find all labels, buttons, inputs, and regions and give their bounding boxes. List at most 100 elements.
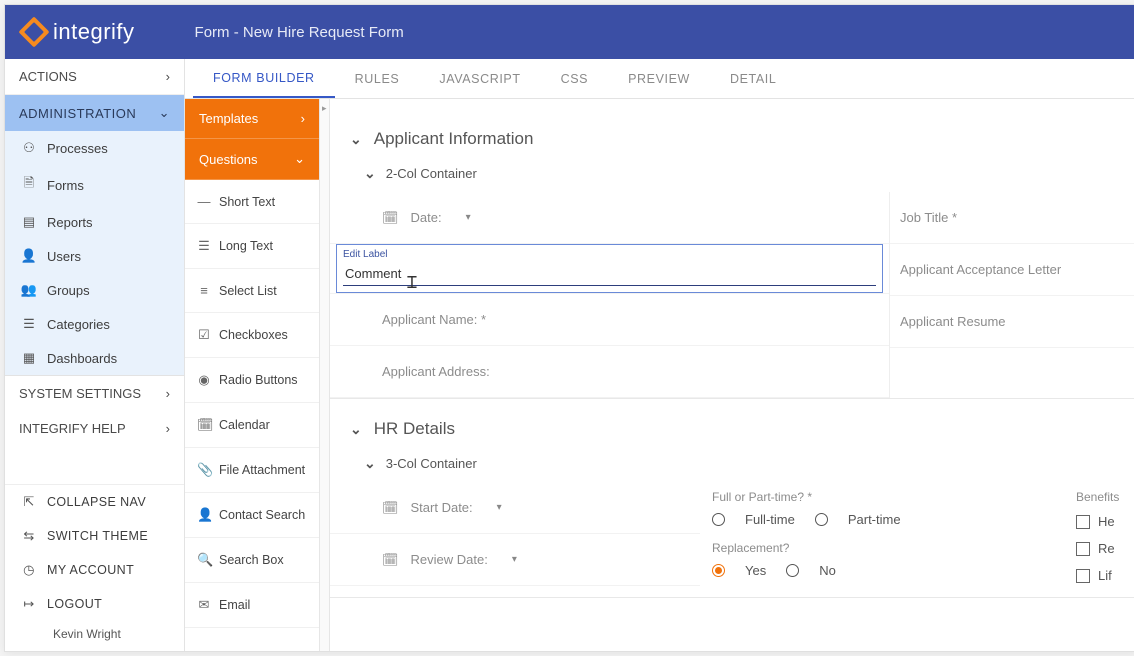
palette-item-label: Long Text: [219, 239, 273, 253]
sidebar-item-processes[interactable]: ⚇Processes: [5, 131, 184, 165]
field-resume[interactable]: Applicant Resume: [890, 296, 1134, 348]
palette-email[interactable]: ✉ Email: [185, 583, 319, 628]
field-label: Applicant Acceptance Letter: [900, 262, 1061, 277]
checkbox-icon: [1076, 569, 1090, 583]
tab-javascript[interactable]: JAVASCRIPT: [419, 59, 540, 98]
palette-long-text[interactable]: ☰Long Text: [185, 224, 319, 269]
radio-part-time[interactable]: [815, 513, 828, 526]
section-header[interactable]: ⌄ HR Details: [330, 409, 1134, 449]
tabs: FORM BUILDER RULES JAVASCRIPT CSS PREVIE…: [185, 59, 1134, 99]
section-header[interactable]: ⌄ Applicant Information: [330, 119, 1134, 159]
my-account-button[interactable]: ◷ MY ACCOUNT: [5, 553, 184, 587]
chevron-down-icon: ⌄: [350, 421, 362, 438]
field-applicant-address[interactable]: Applicant Address:: [330, 346, 889, 398]
logout-icon: ↦: [21, 596, 37, 612]
palette-item-label: Radio Buttons: [219, 373, 298, 387]
field-job-title[interactable]: Job Title *: [890, 192, 1134, 244]
switch-theme-button[interactable]: ⇆SWITCH THEME: [5, 519, 184, 553]
sidebar-item-label: Forms: [47, 178, 84, 193]
brand-text: integrify: [53, 19, 135, 45]
checkbox-label: He: [1098, 514, 1115, 529]
short-text-icon: ―: [197, 194, 211, 209]
radio-icon: ◉: [197, 372, 211, 388]
palette-checkboxes[interactable]: ☑ Checkboxes: [185, 313, 319, 358]
checkbox-icon: [1076, 542, 1090, 556]
palette-calendar[interactable]: 🗓Calendar: [185, 403, 319, 448]
palette-search-box[interactable]: 🔍Search Box: [185, 538, 319, 583]
sidebar-item-reports[interactable]: ▤Reports: [5, 205, 184, 239]
section-title: Applicant Information: [374, 129, 534, 149]
tab-form-builder[interactable]: FORM BUILDER: [193, 59, 335, 98]
radio-replacement-yes[interactable]: [712, 564, 725, 577]
chevron-right-icon: ›: [166, 69, 170, 84]
palette-select-list[interactable]: ≡Select List: [185, 269, 319, 313]
field-start-date[interactable]: 🗓 Start Date: ▾: [330, 482, 700, 534]
tab-css[interactable]: CSS: [541, 59, 609, 98]
field-acceptance-letter[interactable]: Applicant Acceptance Letter: [890, 244, 1134, 296]
question-palette: Templates › Questions ⌄ ― Short Text ☰Lon…: [185, 99, 320, 651]
sidebar-help-label: INTEGRIFY HELP: [19, 421, 126, 436]
palette-item-label: Email: [219, 598, 250, 612]
form-canvas: ⌄ Applicant Information ⌄ 2-Col Containe…: [330, 99, 1134, 651]
logo-mark-icon: [18, 16, 49, 47]
dropdown-icon: ▾: [512, 554, 517, 565]
logout-button[interactable]: ↦LOGOUT: [5, 587, 184, 621]
palette-item-label: Short Text: [219, 195, 275, 209]
collapse-nav-button[interactable]: ⇱COLLAPSE NAV: [5, 485, 184, 519]
edit-label-input[interactable]: [343, 262, 876, 286]
tab-preview[interactable]: PREVIEW: [608, 59, 710, 98]
palette-questions[interactable]: Questions ⌄: [185, 139, 319, 180]
palette-contact-search[interactable]: 👤 Contact Search: [185, 493, 319, 538]
email-icon: ✉: [197, 597, 211, 613]
current-user: Kevin Wright: [5, 621, 184, 651]
radio-replacement-no[interactable]: [786, 564, 799, 577]
topbar: integrify Form - New Hire Request Form: [5, 5, 1134, 59]
sidebar-system-settings[interactable]: SYSTEM SETTINGS ›: [5, 375, 184, 411]
contact-icon: 👤: [197, 507, 211, 523]
sidebar-administration[interactable]: ADMINISTRATION ⌄: [5, 95, 184, 131]
theme-label: SWITCH THEME: [47, 529, 148, 543]
palette-item-label: Contact Search: [219, 508, 305, 522]
account-icon: ◷: [21, 562, 37, 578]
container-label: 2-Col Container: [386, 166, 477, 181]
sidebar-item-label: Dashboards: [47, 351, 117, 366]
palette-short-text[interactable]: ― Short Text: [185, 180, 319, 224]
radio-label: Full-time: [745, 512, 795, 527]
attachment-icon: 📎: [197, 462, 211, 478]
sidebar-admin-label: ADMINISTRATION: [19, 106, 136, 121]
sidebar-item-label: Groups: [47, 283, 90, 298]
sidebar-actions[interactable]: ACTIONS ›: [5, 59, 184, 95]
sidebar-item-groups[interactable]: 👥Groups: [5, 273, 184, 307]
field-date[interactable]: 🗓 Date: ▾: [330, 192, 889, 244]
section-applicant-information: ⌄ Applicant Information ⌄ 2-Col Containe…: [330, 119, 1134, 399]
sidebar-item-label: Processes: [47, 141, 108, 156]
tab-rules[interactable]: RULES: [335, 59, 420, 98]
palette-file-attachment[interactable]: 📎File Attachment: [185, 448, 319, 493]
sidebar-item-categories[interactable]: ☰Categories: [5, 307, 184, 341]
checkbox-benefit-1[interactable]: He: [1076, 508, 1131, 535]
edit-label-box[interactable]: Edit Label Ꮖ: [336, 244, 883, 293]
palette-radio-buttons[interactable]: ◉ Radio Buttons: [185, 358, 319, 403]
container-header[interactable]: ⌄ 2-Col Container: [330, 159, 1134, 192]
radio-full-time[interactable]: [712, 513, 725, 526]
logo: integrify: [23, 19, 135, 45]
account-label: MY ACCOUNT: [47, 563, 134, 577]
section-hr-details: ⌄ HR Details ⌄ 3-Col Container 🗓 Star: [330, 409, 1134, 598]
container-header[interactable]: ⌄ 3-Col Container: [330, 449, 1134, 482]
text-cursor-icon: Ꮖ: [407, 275, 418, 293]
checkbox-icon: ☑: [197, 327, 211, 343]
sidebar-item-dashboards[interactable]: ▦Dashboards: [5, 341, 184, 375]
sidebar-actions-label: ACTIONS: [19, 69, 77, 84]
field-review-date[interactable]: 🗓 Review Date: ▾: [330, 534, 700, 586]
field-applicant-name[interactable]: Applicant Name: *: [330, 294, 889, 346]
sidebar-item-forms[interactable]: 🗎Forms: [5, 165, 184, 205]
checkbox-benefit-3[interactable]: Lif: [1076, 562, 1131, 589]
sidebar-help[interactable]: INTEGRIFY HELP ›: [5, 411, 184, 446]
chevron-down-icon: ⌄: [364, 165, 376, 182]
palette-gutter[interactable]: [320, 99, 330, 651]
checkbox-benefit-2[interactable]: Re: [1076, 535, 1131, 562]
sidebar-item-users[interactable]: 👤Users: [5, 239, 184, 273]
palette-item-label: Checkboxes: [219, 328, 288, 342]
palette-templates[interactable]: Templates ›: [185, 99, 319, 139]
tab-detail[interactable]: DETAIL: [710, 59, 796, 98]
